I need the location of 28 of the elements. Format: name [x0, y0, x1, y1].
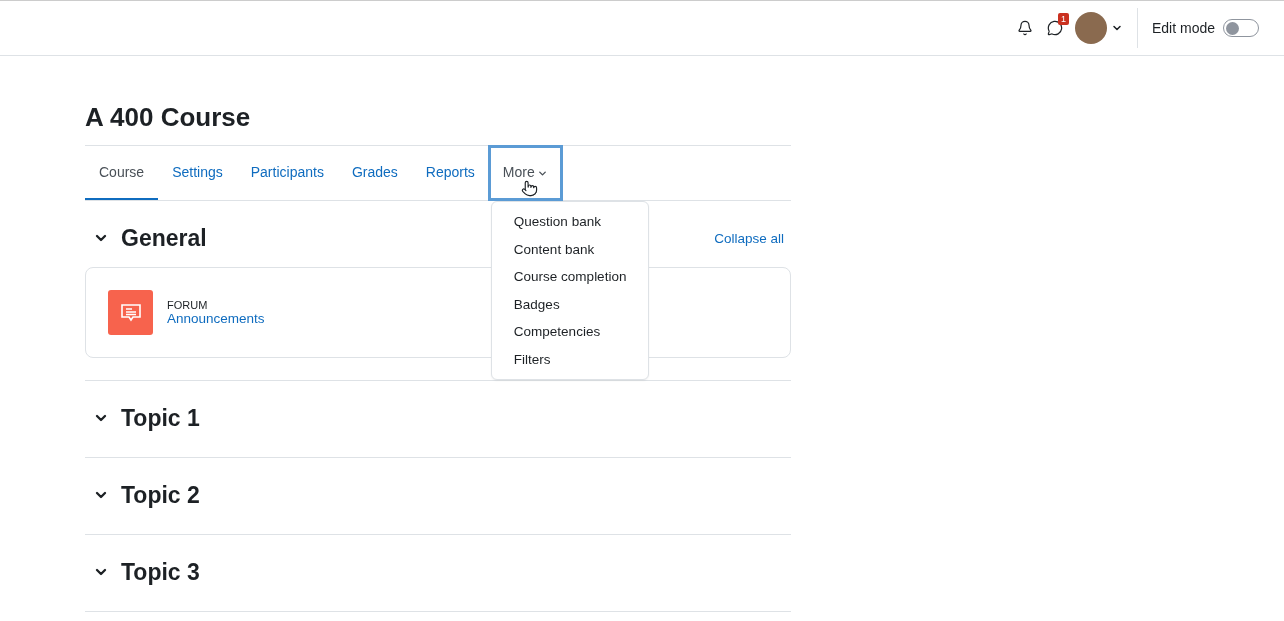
section-title: Topic 2 [121, 481, 200, 509]
edit-mode-switch[interactable] [1223, 19, 1259, 37]
course-title: A 400 Course [85, 102, 252, 133]
activity-type-label: FORUM [167, 299, 209, 311]
collapse-all-link[interactable]: Collapse all [714, 230, 784, 246]
dropdown-menu-item[interactable]: Content bank [491, 235, 648, 263]
more-dropdown-tab[interactable]: More [488, 146, 562, 200]
course-nav-tab[interactable]: Reports [411, 146, 489, 200]
section-title: General [121, 224, 207, 252]
dropdown-menu-item[interactable]: Course completion [491, 263, 648, 291]
hand-cursor-icon [520, 180, 538, 197]
activity-link[interactable]: Announcements [167, 311, 265, 326]
dropdown-menu-item[interactable]: Competencies [491, 318, 648, 346]
forum-chat-icon [108, 290, 153, 335]
dropdown-menu-item[interactable]: Filters [491, 345, 648, 373]
course-nav-tab[interactable]: Course [85, 146, 159, 200]
edit-mode-label: Edit mode [1151, 20, 1215, 36]
course-nav-tab[interactable]: Grades [337, 146, 412, 200]
section-title: Topic 3 [121, 558, 200, 586]
section-title: Topic 1 [121, 404, 200, 432]
message-count-badge: 1 [1057, 13, 1069, 25]
course-nav-tab[interactable]: Settings [158, 146, 237, 200]
user-avatar[interactable] [1074, 12, 1107, 44]
dropdown-menu-item[interactable]: Question bank [491, 208, 648, 236]
course-nav-tab[interactable]: Participants [236, 146, 338, 200]
notifications-bell-icon[interactable] [1016, 20, 1033, 36]
dropdown-menu-item[interactable]: Badges [491, 290, 648, 318]
messages-chat-icon[interactable] [1046, 20, 1063, 36]
